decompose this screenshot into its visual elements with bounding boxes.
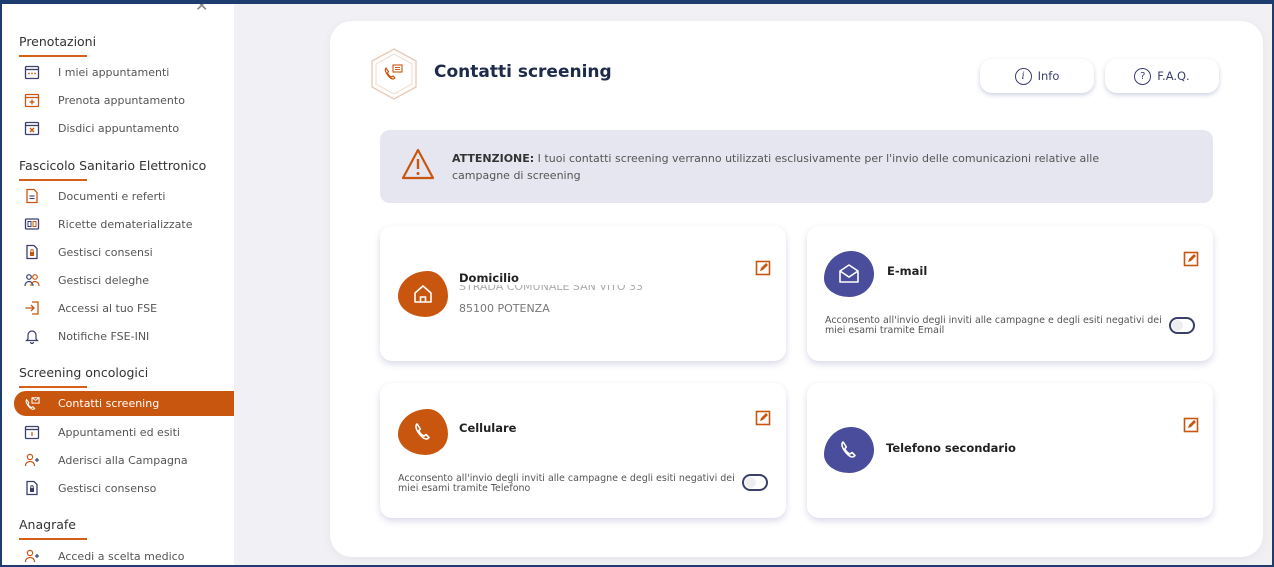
sidebar-item-label: Documenti e referti bbox=[58, 189, 166, 203]
sidebar-item-gestisci-deleghe[interactable]: Gestisci deleghe bbox=[14, 269, 234, 291]
sidebar-item-notifiche[interactable]: Notifiche FSE-INI bbox=[14, 325, 234, 347]
section-title: Screening oncologici bbox=[19, 365, 149, 380]
section-underline bbox=[19, 179, 87, 181]
prescription-icon bbox=[24, 216, 40, 232]
section-prenotazioni: Prenotazioni bbox=[19, 34, 96, 57]
sidebar-item-label: Notifiche FSE-INI bbox=[58, 329, 150, 343]
users-icon bbox=[24, 272, 40, 288]
section-title: Prenotazioni bbox=[19, 34, 97, 49]
sidebar-item-label: I miei appuntamenti bbox=[58, 65, 170, 79]
sidebar-item-prenota-appuntamento[interactable]: Prenota appuntamento bbox=[14, 89, 234, 111]
close-icon[interactable]: ✕ bbox=[195, 4, 208, 15]
section-title: Fascicolo Sanitario Elettronico bbox=[19, 158, 207, 173]
domicilio-title: Domicilio bbox=[459, 271, 519, 285]
sidebar-item-label: Prenota appuntamento bbox=[58, 93, 185, 107]
edit-icon[interactable] bbox=[755, 410, 771, 426]
sidebar-item-label: Contatti screening bbox=[58, 397, 160, 410]
sidebar-item-ricette[interactable]: Ricette dematerializzate bbox=[14, 213, 234, 235]
telefono-title: Telefono secondario bbox=[886, 441, 1016, 455]
phone-mail-icon bbox=[24, 396, 40, 412]
sidebar-item-label: Aderisci alla Campagna bbox=[58, 453, 188, 467]
email-consent-toggle[interactable] bbox=[1169, 317, 1195, 334]
alert-bold: ATTENZIONE: bbox=[452, 152, 535, 165]
alert-text: ATTENZIONE: I tuoi contatti screening ve… bbox=[452, 150, 1132, 184]
section-anagrafe: Anagrafe bbox=[19, 517, 87, 540]
sidebar-item-aderisci-campagna[interactable]: Aderisci alla Campagna bbox=[14, 449, 234, 471]
phone-mail-icon bbox=[371, 48, 417, 100]
sidebar-item-label: Appuntamenti ed esiti bbox=[58, 425, 180, 439]
domicilio-card: Domicilio STRADA COMUNALE SAN VITO 33 85… bbox=[380, 226, 786, 361]
calendar-icon bbox=[24, 424, 40, 440]
main-card: Contatti screening i Info ? F.A.Q. ATTEN… bbox=[330, 21, 1263, 557]
domicilio-city: 85100 POTENZA bbox=[459, 302, 550, 315]
info-button[interactable]: i Info bbox=[980, 59, 1094, 93]
faq-button-label: F.A.Q. bbox=[1157, 69, 1190, 83]
edit-icon[interactable] bbox=[1183, 251, 1199, 267]
page-title: Contatti screening bbox=[434, 62, 612, 82]
cellulare-consent-toggle[interactable] bbox=[742, 474, 768, 491]
sidebar-item-label: Gestisci consensi bbox=[58, 245, 153, 259]
calendar-cancel-icon bbox=[24, 120, 40, 136]
domicilio-address-text: STRADA COMUNALE SAN VITO 33 bbox=[459, 285, 644, 293]
email-title: E-mail bbox=[887, 264, 928, 278]
sidebar-item-scelta-medico[interactable]: Accedi a scelta medico bbox=[14, 545, 234, 567]
sidebar-item-label: Gestisci consenso bbox=[58, 481, 157, 495]
sidebar-item-label: Accessi al tuo FSE bbox=[58, 301, 158, 315]
email-card: E-mail Acconsento all'invio degli inviti… bbox=[807, 226, 1213, 361]
section-screening: Screening oncologici bbox=[19, 365, 148, 388]
mail-icon bbox=[824, 251, 874, 297]
sidebar: ✕ Prenotazioni I miei appuntamenti Preno… bbox=[2, 4, 234, 567]
sidebar-item-label: Disdici appuntamento bbox=[58, 121, 180, 135]
user-plus-icon bbox=[24, 452, 40, 468]
info-icon: i bbox=[1014, 67, 1032, 85]
section-underline bbox=[19, 55, 87, 57]
edit-icon[interactable] bbox=[1183, 417, 1199, 433]
lock-document-icon bbox=[24, 244, 40, 260]
telefono-card: Telefono secondario bbox=[807, 383, 1213, 518]
sidebar-item-documenti-referti[interactable]: Documenti e referti bbox=[14, 185, 234, 207]
calendar-icon bbox=[24, 64, 40, 80]
section-underline bbox=[19, 538, 87, 540]
sidebar-item-label: Gestisci deleghe bbox=[58, 273, 150, 287]
sidebar-item-miei-appuntamenti[interactable]: I miei appuntamenti bbox=[14, 61, 234, 83]
bell-icon bbox=[24, 328, 40, 344]
sidebar-item-appuntamenti-esiti[interactable]: Appuntamenti ed esiti bbox=[14, 421, 234, 443]
document-icon bbox=[24, 188, 40, 204]
section-fascicolo: Fascicolo Sanitario Elettronico bbox=[19, 158, 206, 181]
edit-icon[interactable] bbox=[755, 260, 771, 276]
faq-button[interactable]: ? F.A.Q. bbox=[1105, 59, 1219, 93]
user-plus-icon bbox=[24, 548, 40, 564]
sidebar-item-gestisci-consenso[interactable]: Gestisci consenso bbox=[14, 477, 234, 499]
calendar-plus-icon bbox=[24, 92, 40, 108]
cellulare-card: Cellulare Acconsento all'invio degli inv… bbox=[380, 383, 786, 518]
section-underline bbox=[19, 386, 87, 388]
cellulare-consent-text: Acconsento all'invio degli inviti alle c… bbox=[398, 473, 735, 494]
sidebar-item-accessi-fse[interactable]: Accessi al tuo FSE bbox=[14, 297, 234, 319]
question-icon: ? bbox=[1134, 67, 1152, 85]
section-title: Anagrafe bbox=[19, 517, 76, 532]
cellulare-title: Cellulare bbox=[459, 421, 517, 435]
sidebar-item-contatti-screening[interactable]: Contatti screening bbox=[14, 391, 234, 416]
sidebar-item-label: Accedi a scelta medico bbox=[58, 549, 185, 563]
sidebar-item-gestisci-consensi[interactable]: Gestisci consensi bbox=[14, 241, 234, 263]
login-icon bbox=[24, 300, 40, 316]
lock-document-icon bbox=[24, 480, 40, 496]
sidebar-item-disdici-appuntamento[interactable]: Disdici appuntamento bbox=[14, 117, 234, 139]
sidebar-item-label: Ricette dematerializzate bbox=[58, 217, 193, 231]
alert-message: I tuoi contatti screening verranno utili… bbox=[452, 152, 1100, 182]
warning-icon bbox=[401, 148, 435, 180]
home-icon bbox=[398, 271, 448, 317]
email-consent-text: Acconsento all'invio degli inviti alle c… bbox=[825, 315, 1162, 336]
info-button-label: Info bbox=[1037, 69, 1060, 83]
phone-icon bbox=[824, 427, 874, 473]
domicilio-address: STRADA COMUNALE SAN VITO 33 bbox=[459, 285, 643, 295]
phone-icon bbox=[398, 409, 448, 455]
alert-banner: ATTENZIONE: I tuoi contatti screening ve… bbox=[380, 130, 1213, 203]
